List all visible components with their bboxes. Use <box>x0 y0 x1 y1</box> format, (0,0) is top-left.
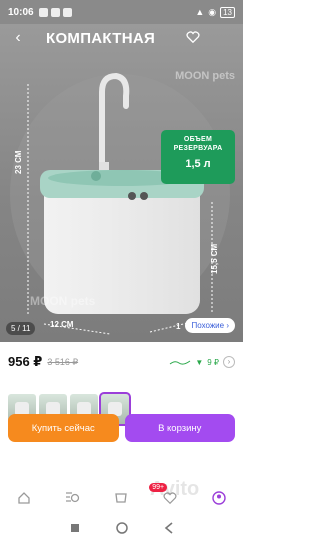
brand-watermark: MOON pets <box>30 294 96 308</box>
system-icons: ▲ ◉ 13 <box>195 6 235 18</box>
similar-items-button[interactable]: Похожие › <box>185 318 235 333</box>
wifi-icon: ◉ <box>208 6 217 17</box>
notification-icons <box>38 7 72 17</box>
volume-badge-line2: РЕЗЕРВУАРА <box>173 145 223 152</box>
price-row: 956 ₽ 3 516 ₽ ▼ 9 ₽ › <box>8 352 235 372</box>
action-buttons: Купить сейчас В корзину <box>8 414 235 442</box>
home-button-icon[interactable] <box>115 522 128 534</box>
signal-icon: ▲ <box>195 7 205 17</box>
old-price: 3 516 ₽ <box>47 356 79 367</box>
recent-apps-icon[interactable] <box>70 523 80 533</box>
bonus-arrow-icon: ▼ <box>195 357 204 367</box>
image-headline: КОМПАКТНАЯ <box>46 30 156 47</box>
nav-search[interactable] <box>49 491 98 505</box>
volume-badge-value: 1,5 л <box>185 158 211 170</box>
back-button[interactable]: ‹ <box>8 28 28 48</box>
favorite-icon[interactable] <box>186 30 200 44</box>
back-nav-icon[interactable] <box>164 522 174 534</box>
bottom-navigation: 99+ <box>0 483 243 510</box>
home-icon <box>18 492 30 504</box>
nav-home[interactable] <box>0 491 49 505</box>
product-image-gallery[interactable]: ‹ КОМПАКТНАЯ MOON pets MOON pets ОБЪЕМ Р… <box>0 24 243 342</box>
nav-profile[interactable] <box>194 491 243 505</box>
status-time: 10:06 <box>8 6 34 18</box>
add-to-cart-button[interactable]: В корзину <box>124 414 235 442</box>
volume-badge-line1: ОБЪЕМ <box>183 136 213 143</box>
profile-icon <box>211 491 226 505</box>
dimension-width: 12 СМ <box>50 320 74 329</box>
notification-icon <box>62 7 72 17</box>
battery-icon: 13 <box>220 6 235 18</box>
info-icon[interactable]: › <box>223 356 235 368</box>
current-price: 956 ₽ <box>8 354 43 369</box>
notification-icon <box>50 7 60 17</box>
dimension-inner-height: 15,5 СМ <box>210 243 219 274</box>
image-page-counter: 5 / 11 <box>6 322 36 335</box>
favorites-icon <box>163 492 177 505</box>
notification-icon <box>38 7 48 17</box>
search-icon <box>65 492 80 503</box>
status-bar: 10:06 ▲ ◉ 13 <box>0 0 243 24</box>
system-navigation <box>0 516 243 540</box>
nav-favorites[interactable] <box>146 491 195 505</box>
bonus-info[interactable]: ▼ 9 ₽ › <box>169 356 235 368</box>
dimension-height: 23 СМ <box>14 150 23 174</box>
dimension-depth: 1 <box>176 322 181 331</box>
price-trend-icon <box>170 360 191 365</box>
nav-cart[interactable]: 99+ <box>97 483 168 505</box>
brand-watermark: MOON pets <box>175 70 235 82</box>
buy-now-button[interactable]: Купить сейчас <box>8 414 119 442</box>
bonus-value: 9 ₽ <box>207 357 219 367</box>
cart-icon <box>115 493 128 503</box>
volume-badge: ОБЪЕМ РЕЗЕРВУАРА 1,5 л <box>161 130 235 184</box>
